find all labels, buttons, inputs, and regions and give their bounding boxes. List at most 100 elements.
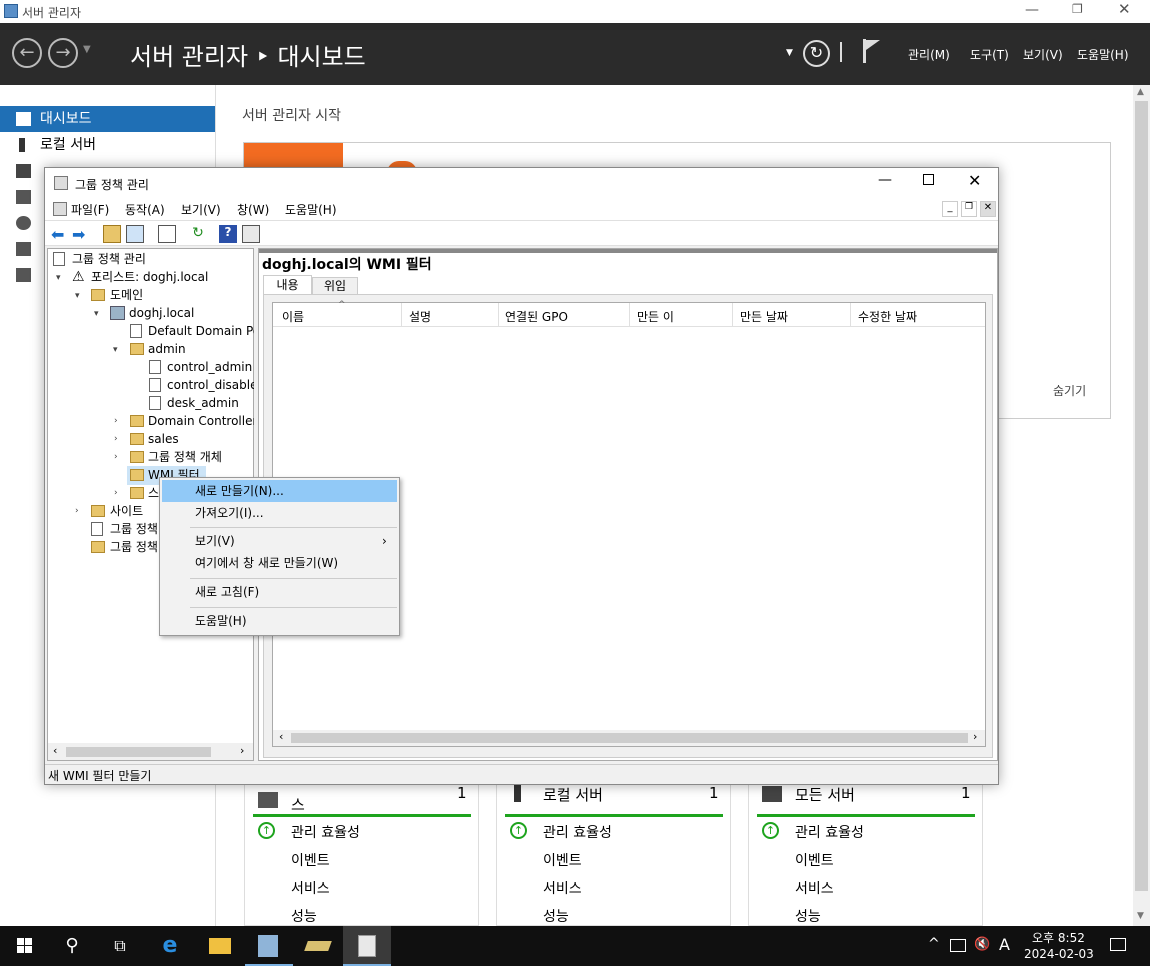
tile-row[interactable]: 서비스 [291,878,330,898]
minimize-button[interactable]: — [878,172,892,188]
forward-arrow-icon[interactable]: ➡ [72,225,90,244]
clock-date[interactable]: 2024-02-03 [1024,947,1094,961]
tab-contents[interactable]: 내용 [263,275,312,295]
properties-icon[interactable] [242,225,260,243]
tree-gpo-objects[interactable]: 그룹 정책 개체 [148,448,222,466]
sidebar-item-dashboard[interactable]: 대시보드 [0,106,215,132]
column-linked-gpo[interactable]: 연결된 GPO [505,308,568,325]
column-description[interactable]: 설명 [409,308,431,325]
menu-tools[interactable]: 도구(T) [970,46,1009,63]
collapse-chevron-icon[interactable]: › [75,506,79,516]
column-divider[interactable] [498,303,499,327]
all-servers-tile[interactable]: 모든 서버 1 ↑ 관리 효율성 이벤트 서비스 성능 [748,783,983,926]
tile-row[interactable]: 서비스 [795,878,834,898]
tree-h-scrollbar[interactable]: ‹ › [48,743,253,760]
file-explorer-icon[interactable] [196,926,244,966]
tree-modeling[interactable]: 그룹 정책 [110,520,158,538]
tile-row[interactable]: 이벤트 [291,850,330,870]
collapse-chevron-icon[interactable]: › [114,452,118,462]
tile-row[interactable]: 성능 [795,906,821,926]
column-author[interactable]: 만든 이 [637,308,674,325]
maximize-button[interactable] [923,174,934,185]
mdi-close-button[interactable]: ✕ [980,201,996,217]
tree-root[interactable]: 그룹 정책 관리 [72,250,146,268]
tile-row[interactable]: 관리 효율성 [795,822,864,842]
menu-manage[interactable]: 관리(M) [908,46,950,63]
column-divider[interactable] [850,303,851,327]
start-button[interactable] [0,926,48,966]
show-hidden-icons[interactable]: ^ [928,936,940,952]
local-server-tile[interactable]: 로컬 서버 1 ↑ 관리 효율성 이벤트 서비스 성능 [496,783,731,926]
list-h-scrollbar[interactable]: ‹ › [273,730,985,746]
column-created[interactable]: 만든 날짜 [740,308,788,325]
clipboard-icon[interactable] [158,225,176,243]
scrollbar-thumb[interactable] [291,733,968,743]
menu-item-new-window[interactable]: 여기에서 창 새로 만들기(W) [162,552,397,574]
menu-window[interactable]: 창(W) [237,201,269,218]
tree-results[interactable]: 그룹 정책 [110,538,158,556]
sidebar-item-local-server[interactable]: 로컬 서버 [0,132,215,158]
notification-flag-icon[interactable] [866,40,880,50]
refresh-icon[interactable]: ↻ [803,40,830,67]
mdi-restore-button[interactable]: ❐ [961,201,977,217]
tree-forest[interactable]: 포리스트: doghj.local [91,268,208,286]
server-manager-taskbar-icon[interactable] [245,926,293,966]
expand-chevron-icon[interactable]: ▾ [75,291,80,301]
scrollbar-thumb[interactable] [66,747,211,757]
volume-muted-icon[interactable]: 🔇 [974,937,990,952]
expand-chevron-icon[interactable]: ▾ [56,273,61,283]
menu-action[interactable]: 동작(A) [125,201,165,218]
column-divider[interactable] [629,303,630,327]
menu-file[interactable]: 파일(F) [71,201,109,218]
tree-gpo-link[interactable]: control_disable_ [167,376,264,394]
menu-item-new[interactable]: 새로 만들기(N)... [162,480,397,502]
menu-item-view[interactable]: 보기(V) › [162,530,397,552]
history-dropdown-icon[interactable]: ▼ [83,44,91,55]
task-view-icon[interactable]: ⧉ [96,926,144,966]
search-icon[interactable]: ⚲ [48,926,96,966]
show-hide-tree-icon[interactable] [126,225,144,243]
scroll-left-icon[interactable]: ‹ [279,730,283,743]
minimize-button[interactable]: — [1025,2,1039,18]
back-arrow-icon[interactable]: ⬅ [51,225,69,244]
collapse-chevron-icon[interactable]: › [114,488,118,498]
column-divider[interactable] [401,303,402,327]
back-button[interactable]: ← [12,38,42,68]
tree-default-domain-policy[interactable]: Default Domain Po [148,322,260,340]
forward-button[interactable]: → [48,38,78,68]
tree-admin-ou[interactable]: admin [148,340,186,358]
tile-row[interactable]: 서비스 [543,878,582,898]
internet-explorer-icon[interactable]: e [146,926,194,966]
tree-gpo-link[interactable]: control_admin [167,358,252,376]
expand-chevron-icon[interactable]: ▾ [94,309,99,319]
tree-sites[interactable]: 사이트 [110,502,143,520]
help-icon[interactable]: ? [219,225,237,243]
mdi-minimize-button[interactable]: _ [942,201,958,217]
input-indicator[interactable]: A [999,935,1010,954]
dashboard-scrollbar[interactable]: ▲ ▼ [1133,85,1150,926]
tree-domains[interactable]: 도메인 [110,286,143,304]
menu-item-help[interactable]: 도움말(H) [162,610,397,632]
roles-tile[interactable]: 스 1 ↑ 관리 효율성 이벤트 서비스 성능 [244,783,479,926]
column-modified[interactable]: 수정한 날짜 [858,308,917,325]
menu-item-import[interactable]: 가져오기(I)... [162,502,397,524]
menu-help[interactable]: 도움말(H) [1077,46,1129,63]
tab-delegation[interactable]: 위임 [312,277,358,295]
scroll-right-icon[interactable]: › [240,744,244,757]
tree-starter-gpos[interactable]: 스 [148,484,159,502]
clock-time[interactable]: 오후 8:52 [1032,929,1085,946]
close-button[interactable]: ✕ [968,171,981,190]
tree-domain-controllers[interactable]: Domain Controllers [148,412,264,430]
tree-gpo-link[interactable]: desk_admin [167,394,239,412]
menu-view[interactable]: 보기(V) [1023,46,1063,63]
hide-link[interactable]: 숨기기 [1053,382,1086,399]
tree-sales[interactable]: sales [148,430,179,448]
tile-row[interactable]: 성능 [291,906,317,926]
action-center-icon[interactable] [1110,938,1126,951]
tile-row[interactable]: 관리 효율성 [543,822,612,842]
column-name[interactable]: 이름 [282,308,304,325]
refresh-icon[interactable]: ↻ [189,225,207,243]
refresh-dropdown-icon[interactable]: ▼ [786,48,793,58]
ad-tools-icon[interactable] [294,926,342,966]
menu-item-refresh[interactable]: 새로 고침(F) [162,581,397,603]
